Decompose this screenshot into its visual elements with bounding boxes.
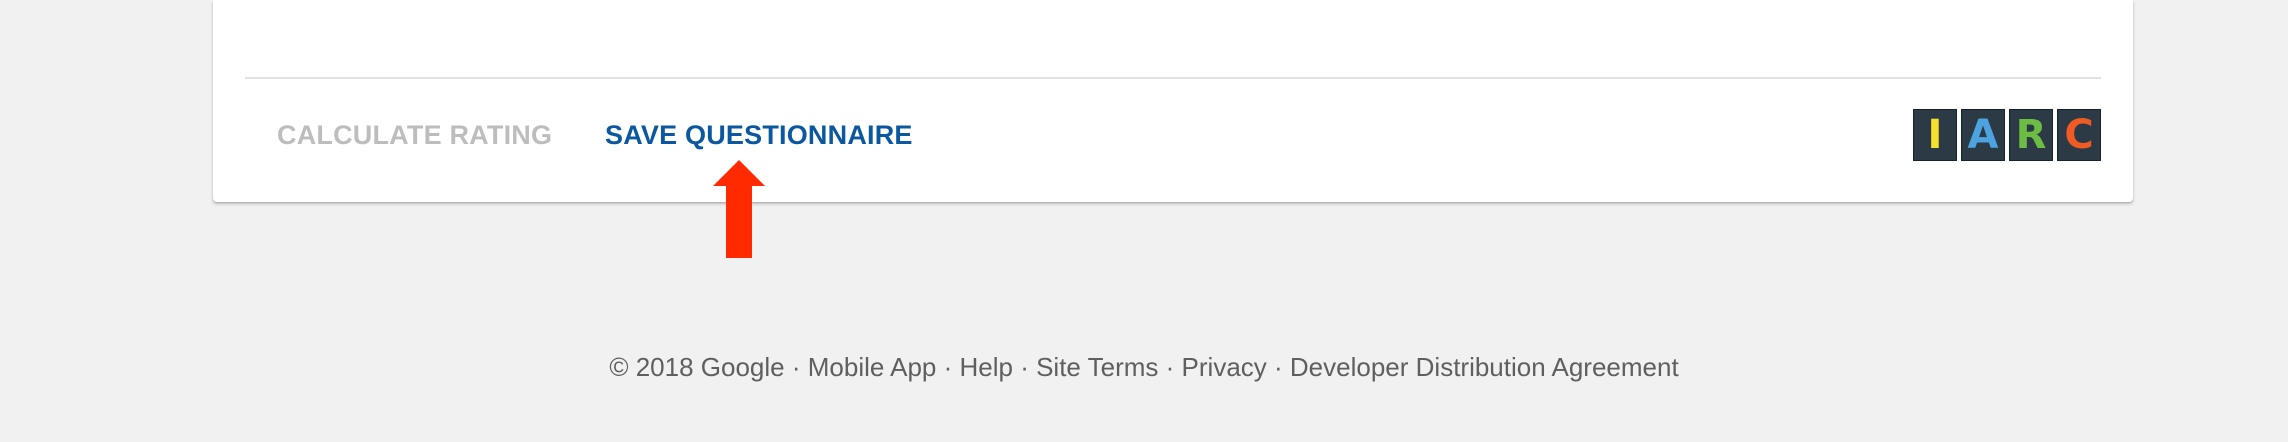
footer-link-mobile-app[interactable]: Mobile App — [808, 352, 937, 382]
footer-link-site-terms[interactable]: Site Terms — [1036, 352, 1158, 382]
page: { "actions": { "calculate_label": "CALCU… — [0, 0, 2288, 442]
footer-separator: · — [784, 352, 808, 382]
questionnaire-card: CALCULATE RATING SAVE QUESTIONNAIRE I A … — [213, 0, 2133, 202]
footer-separator: · — [1158, 352, 1182, 382]
footer-copyright: © 2018 Google — [609, 352, 785, 382]
footer-separator: · — [1012, 352, 1037, 382]
iarc-logo-letter-c: C — [2057, 109, 2101, 161]
iarc-logo: I A R C — [1913, 109, 2101, 161]
page-footer: © 2018 Google · Mobile App · Help · Site… — [0, 352, 2288, 383]
red-arrow-up-icon — [713, 160, 765, 258]
calculate-rating-button[interactable]: CALCULATE RATING — [277, 117, 552, 153]
footer-link-privacy[interactable]: Privacy — [1182, 352, 1267, 382]
footer-separator: · — [936, 352, 960, 382]
footer-separator: · — [1266, 352, 1290, 382]
iarc-logo-letter-i: I — [1913, 109, 1957, 161]
card-actions: CALCULATE RATING SAVE QUESTIONNAIRE I A … — [245, 79, 2101, 202]
footer-link-help[interactable]: Help — [960, 352, 1013, 382]
iarc-logo-letter-r: R — [2009, 109, 2053, 161]
save-questionnaire-button[interactable]: SAVE QUESTIONNAIRE — [605, 117, 913, 153]
iarc-logo-letter-a: A — [1961, 109, 2005, 161]
footer-link-developer-distribution-agreement[interactable]: Developer Distribution Agreement — [1290, 352, 1679, 382]
